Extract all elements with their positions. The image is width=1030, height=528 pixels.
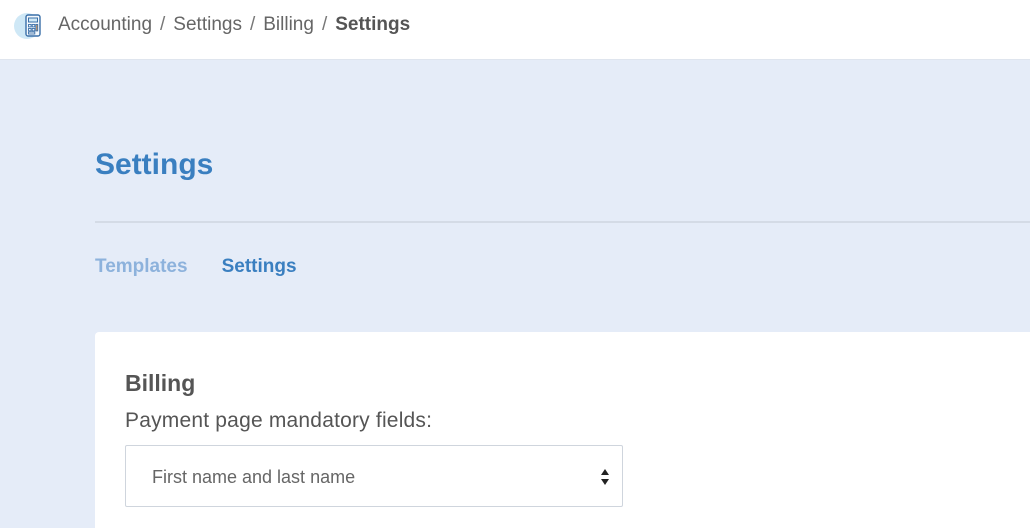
top-bar: Accounting / Settings / Billing / Settings — [0, 0, 1030, 60]
mandatory-fields-value: First name and last name — [152, 467, 356, 487]
breadcrumb-separator: / — [249, 14, 256, 35]
divider — [95, 221, 1030, 223]
mandatory-fields-label: Payment page mandatory fields: — [125, 409, 433, 432]
mandatory-fields-select[interactable]: First name and last name — [125, 445, 623, 507]
billing-section-title: Billing — [125, 370, 196, 396]
breadcrumb-item-billing[interactable]: Billing — [263, 14, 314, 35]
tab-settings[interactable]: Settings — [222, 255, 297, 279]
breadcrumb-separator: / — [160, 14, 166, 35]
breadcrumb: Accounting / Settings / Billing / Settings — [58, 13, 410, 37]
page-title: Settings — [95, 148, 214, 181]
breadcrumb-item-settings[interactable]: Settings — [173, 14, 242, 35]
tab-templates[interactable]: Templates — [95, 255, 188, 279]
billing-card: Billing Payment page mandatory fields: F… — [95, 332, 1030, 528]
breadcrumb-separator: / — [321, 14, 328, 35]
breadcrumb-item-accounting[interactable]: Accounting — [58, 14, 152, 35]
calculator-icon[interactable] — [14, 10, 46, 42]
breadcrumb-current: Settings — [335, 14, 411, 35]
tab-bar: Templates Settings — [95, 255, 297, 279]
select-arrows-icon — [600, 468, 610, 486]
